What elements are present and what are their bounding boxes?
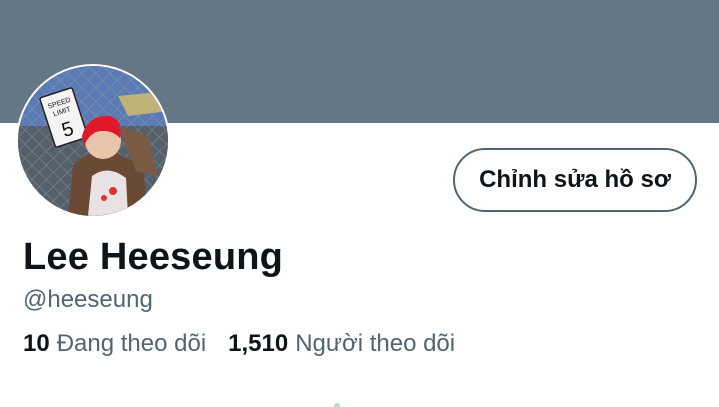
followers-label: Người theo dõi bbox=[295, 330, 456, 357]
following-stat[interactable]: 10 Đang theo dõi bbox=[23, 330, 206, 358]
profile-handle: @heeseung bbox=[23, 286, 153, 313]
avatar-image: SPEED LIMIT 5 bbox=[18, 66, 168, 216]
followers-count: 1,510 bbox=[228, 330, 289, 357]
following-label: Đang theo dõi bbox=[56, 330, 207, 357]
edit-profile-button[interactable]: Chỉnh sửa hồ sơ bbox=[453, 148, 697, 212]
following-count: 10 bbox=[23, 330, 50, 357]
profile-display-name: Lee Heeseung bbox=[23, 236, 284, 278]
profile-avatar[interactable]: SPEED LIMIT 5 bbox=[18, 66, 168, 216]
profile-stats: 10 Đang theo dõi 1,510 Người theo dõi bbox=[23, 330, 455, 358]
loading-indicator bbox=[334, 403, 340, 407]
followers-stat[interactable]: 1,510 Người theo dõi bbox=[228, 330, 455, 358]
